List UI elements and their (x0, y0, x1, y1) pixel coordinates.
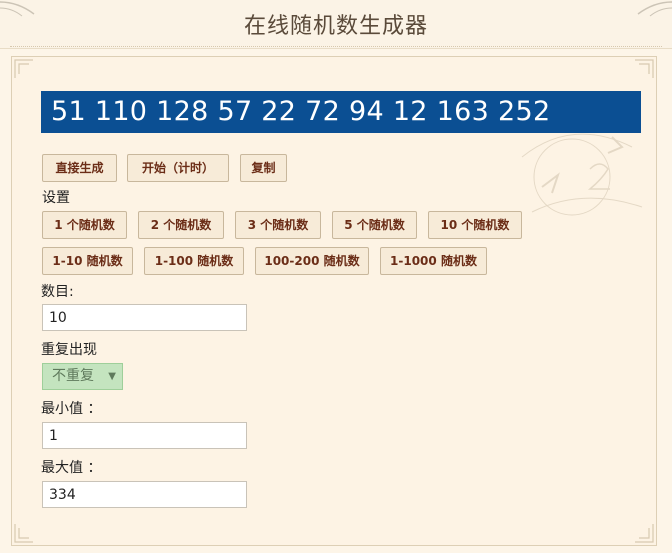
panel-corner-icon (14, 59, 33, 78)
range-1-100-button[interactable]: 1-100 随机数 (144, 247, 244, 275)
max-label: 最大值 ： (41, 460, 102, 476)
preset-1-button[interactable]: 1 个随机数 (42, 211, 127, 239)
preset-10-button[interactable]: 10 个随机数 (428, 211, 522, 239)
panel-corner-icon (635, 59, 654, 78)
generate-button[interactable]: 直接生成 (42, 154, 117, 182)
count-input[interactable] (42, 304, 247, 331)
preset-3-button[interactable]: 3 个随机数 (235, 211, 321, 239)
repeat-select-value: 不重复 (52, 368, 94, 384)
result-display: 51 110 128 57 22 72 94 12 163 252 (41, 91, 641, 133)
generator-panel: 51 110 128 57 22 72 94 12 163 252 直接生成 开… (11, 56, 657, 546)
preset-5-button[interactable]: 5 个随机数 (332, 211, 417, 239)
chevron-down-icon: ▼ (108, 371, 116, 382)
panel-corner-icon (635, 524, 654, 543)
page-title: 在线随机数生成器 (243, 14, 428, 39)
header-bar: 在线随机数生成器 (0, 0, 672, 49)
max-input[interactable] (42, 481, 247, 508)
panel-corner-icon (14, 524, 33, 543)
range-100-200-button[interactable]: 100-200 随机数 (255, 247, 369, 275)
count-label: 数目: (41, 284, 74, 300)
math-doodle-icon (521, 133, 643, 216)
min-label: 最小值 ： (41, 401, 102, 417)
range-1-1000-button[interactable]: 1-1000 随机数 (380, 247, 487, 275)
start-timed-button[interactable]: 开始（计时） (127, 154, 229, 182)
min-input[interactable] (42, 422, 247, 449)
settings-label: 设置 (42, 190, 70, 206)
divider (10, 46, 662, 47)
repeat-label: 重复出现 (41, 342, 97, 358)
range-1-10-button[interactable]: 1-10 随机数 (42, 247, 133, 275)
preset-2-button[interactable]: 2 个随机数 (138, 211, 224, 239)
repeat-select[interactable]: 不重复 ▼ (42, 363, 123, 390)
copy-button[interactable]: 复制 (240, 154, 287, 182)
corner-ornament-icon (637, 1, 672, 17)
